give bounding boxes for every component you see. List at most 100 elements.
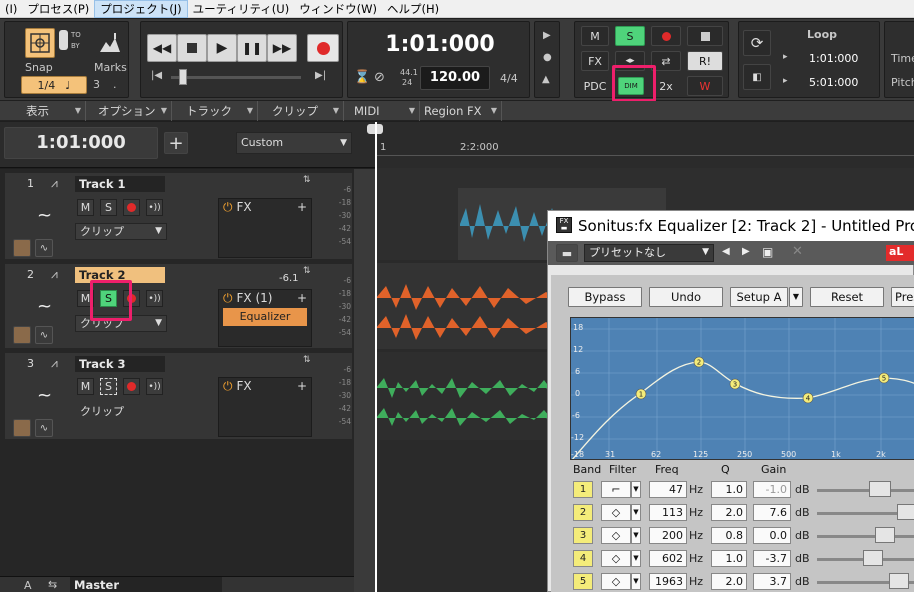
add-fx-icon[interactable]: + xyxy=(297,378,307,394)
filter-type-highpass-icon[interactable]: ⌐ xyxy=(601,481,631,498)
gain-slider-thumb[interactable] xyxy=(863,550,883,566)
write-off-icon[interactable]: W xyxy=(687,76,723,96)
prev-preset-icon[interactable]: ◀ xyxy=(722,246,730,257)
expand-icon[interactable]: ⇅ xyxy=(303,175,311,185)
time-display[interactable]: 1:01:000 xyxy=(356,32,524,57)
timeline-ruler[interactable]: 1 2:2:000 xyxy=(376,122,914,168)
gain-slider[interactable] xyxy=(817,535,914,538)
gain-field[interactable]: -1.0 xyxy=(753,481,791,498)
pdc-button[interactable]: PDC xyxy=(581,76,609,96)
loop-end[interactable]: 5:01:000 xyxy=(809,76,858,89)
play-small-icon[interactable]: ▶ xyxy=(543,30,551,41)
input-echo-icon[interactable]: •)) xyxy=(146,199,163,216)
snap-value-select[interactable]: 1/4 ♩ xyxy=(21,76,87,94)
input-echo-icon[interactable]: •)) xyxy=(146,378,163,395)
mix-stop-icon[interactable] xyxy=(687,26,723,46)
power-icon[interactable]: ⏻ xyxy=(223,200,233,214)
preset-menu-icon[interactable]: ▬ xyxy=(556,244,578,262)
snap-toggle[interactable] xyxy=(59,30,68,50)
metronome-icon[interactable]: ⌛ xyxy=(354,70,370,85)
add-fx-icon[interactable]: + xyxy=(297,199,307,215)
gain-field[interactable]: -3.7 xyxy=(753,550,791,567)
filter-type-peak-icon[interactable]: ◇ xyxy=(601,527,631,544)
tempo-display[interactable]: 120.00 xyxy=(420,66,490,90)
band-number[interactable]: 2 xyxy=(573,504,593,521)
solo-button[interactable]: S xyxy=(100,378,117,395)
mix-fx-button[interactable]: FX xyxy=(581,51,609,71)
snap-extra[interactable]: 3 xyxy=(93,78,100,91)
reset-button[interactable]: Reset xyxy=(810,287,884,307)
freq-field[interactable]: 113 xyxy=(649,504,687,521)
fx-bin[interactable]: ⏻ FX + xyxy=(218,377,312,437)
q-field[interactable]: 1.0 xyxy=(711,550,747,567)
dot-icon[interactable]: ● xyxy=(543,52,552,63)
band-number[interactable]: 5 xyxy=(573,573,593,590)
track-1[interactable]: 1 ⩘ Track 1 ⇅ ~ M S •)) クリップ ▼ ⏻ FX + -6 -18… xyxy=(4,172,353,260)
track-2[interactable]: 2 ⩘ Track 2 -6.1 ⇅ ~ M S •)) クリップ ▼ ⏻ FX (… xyxy=(4,263,353,349)
preset-select[interactable]: プリセットなし ▼ xyxy=(584,244,714,262)
mix-mute-button[interactable]: M xyxy=(581,26,609,46)
track-menu[interactable]: トラック ▼ xyxy=(172,100,258,121)
gain-field[interactable]: 7.6 xyxy=(753,504,791,521)
band-number[interactable]: 3 xyxy=(573,527,593,544)
automation-icon[interactable]: ∿ xyxy=(35,419,53,437)
filter-dropdown-icon[interactable]: ▼ xyxy=(631,527,641,544)
fx-bin[interactable]: ⏻ FX (1) + Equalizer xyxy=(218,289,312,347)
stop-button[interactable] xyxy=(177,34,207,62)
automation-icon[interactable]: ∿ xyxy=(35,326,53,344)
expand-icon[interactable]: ⇅ xyxy=(303,266,311,276)
menu-item-utility[interactable]: ユーティリティ(U) xyxy=(188,0,295,18)
filter-type-peak-icon[interactable]: ◇ xyxy=(601,550,631,567)
menu-item-project[interactable]: プロジェクト(J) xyxy=(94,0,188,18)
eq-plugin-window[interactable]: Sonitus:fx Equalizer [2: Track 2] - Unti… xyxy=(547,210,914,592)
bypass-button[interactable]: Bypass xyxy=(568,287,642,307)
gain-slider-thumb[interactable] xyxy=(897,504,914,520)
fx-item-equalizer[interactable]: Equalizer xyxy=(223,308,307,326)
setup-a-button[interactable]: Setup A xyxy=(730,287,788,307)
mix-solo-button[interactable]: S xyxy=(615,26,645,46)
loop-toggle-icon[interactable]: ⟳ xyxy=(743,30,771,56)
mix-read-button[interactable]: R! xyxy=(687,51,723,71)
track-inspector-icon[interactable] xyxy=(13,326,31,344)
q-field[interactable]: 2.0 xyxy=(711,573,747,590)
gain-slider[interactable] xyxy=(817,489,914,492)
power-icon[interactable]: ⏻ xyxy=(223,291,233,305)
fx-bin[interactable]: ⏻ FX + xyxy=(218,198,312,258)
power-icon[interactable]: ⏻ xyxy=(223,379,233,393)
mix-record-button[interactable] xyxy=(651,26,681,46)
gain-slider-thumb[interactable] xyxy=(889,573,909,589)
delete-preset-icon[interactable]: ✕ xyxy=(792,244,803,259)
q-field[interactable]: 1.0 xyxy=(711,481,747,498)
expand-icon[interactable]: ⇅ xyxy=(303,355,311,365)
filter-type-peak-icon[interactable]: ◇ xyxy=(601,504,631,521)
gain-field[interactable]: 0.0 xyxy=(753,527,791,544)
track-3[interactable]: 3 ⩘ Track 3 ⇅ ~ M S •)) クリップ ⏻ FX + -6 -18-… xyxy=(4,352,353,440)
position-slider[interactable] xyxy=(171,76,301,79)
loop-start[interactable]: 1:01:000 xyxy=(809,52,858,65)
q-field[interactable]: 0.8 xyxy=(711,527,747,544)
marks-icon[interactable] xyxy=(95,28,125,58)
save-preset-icon[interactable]: ▣ xyxy=(762,245,773,259)
filter-dropdown-icon[interactable]: ▼ xyxy=(631,573,641,590)
filter-type-peak-icon[interactable]: ◇ xyxy=(601,573,631,590)
filter-dropdown-icon[interactable]: ▼ xyxy=(631,504,641,521)
gain-slider-thumb[interactable] xyxy=(869,481,891,497)
master-bus[interactable]: A ⇆ Master xyxy=(0,576,376,592)
now-time-display[interactable]: 1:01:000 xyxy=(4,127,158,159)
freq-field[interactable]: 602 xyxy=(649,550,687,567)
options-menu[interactable]: オプション ▼ xyxy=(86,100,172,121)
snap-grid-icon[interactable] xyxy=(25,28,55,58)
track-inspector-icon[interactable] xyxy=(13,419,31,437)
band-number[interactable]: 4 xyxy=(573,550,593,567)
freq-field[interactable]: 1963 xyxy=(649,573,687,590)
undo-button[interactable]: Undo xyxy=(649,287,723,307)
view-menu[interactable]: 表示 ▼ xyxy=(0,100,86,121)
setup-dropdown-icon[interactable]: ▼ xyxy=(789,287,803,307)
record-arm-button[interactable] xyxy=(123,378,140,395)
add-track-button[interactable]: + xyxy=(164,132,188,154)
record-arm-button[interactable] xyxy=(123,199,140,216)
track-inspector-icon[interactable] xyxy=(13,239,31,257)
record-button[interactable] xyxy=(307,34,339,62)
menu-item-window[interactable]: ウィンドウ(W) xyxy=(294,0,382,18)
region-fx-menu[interactable]: Region FX ▼ xyxy=(420,100,502,121)
